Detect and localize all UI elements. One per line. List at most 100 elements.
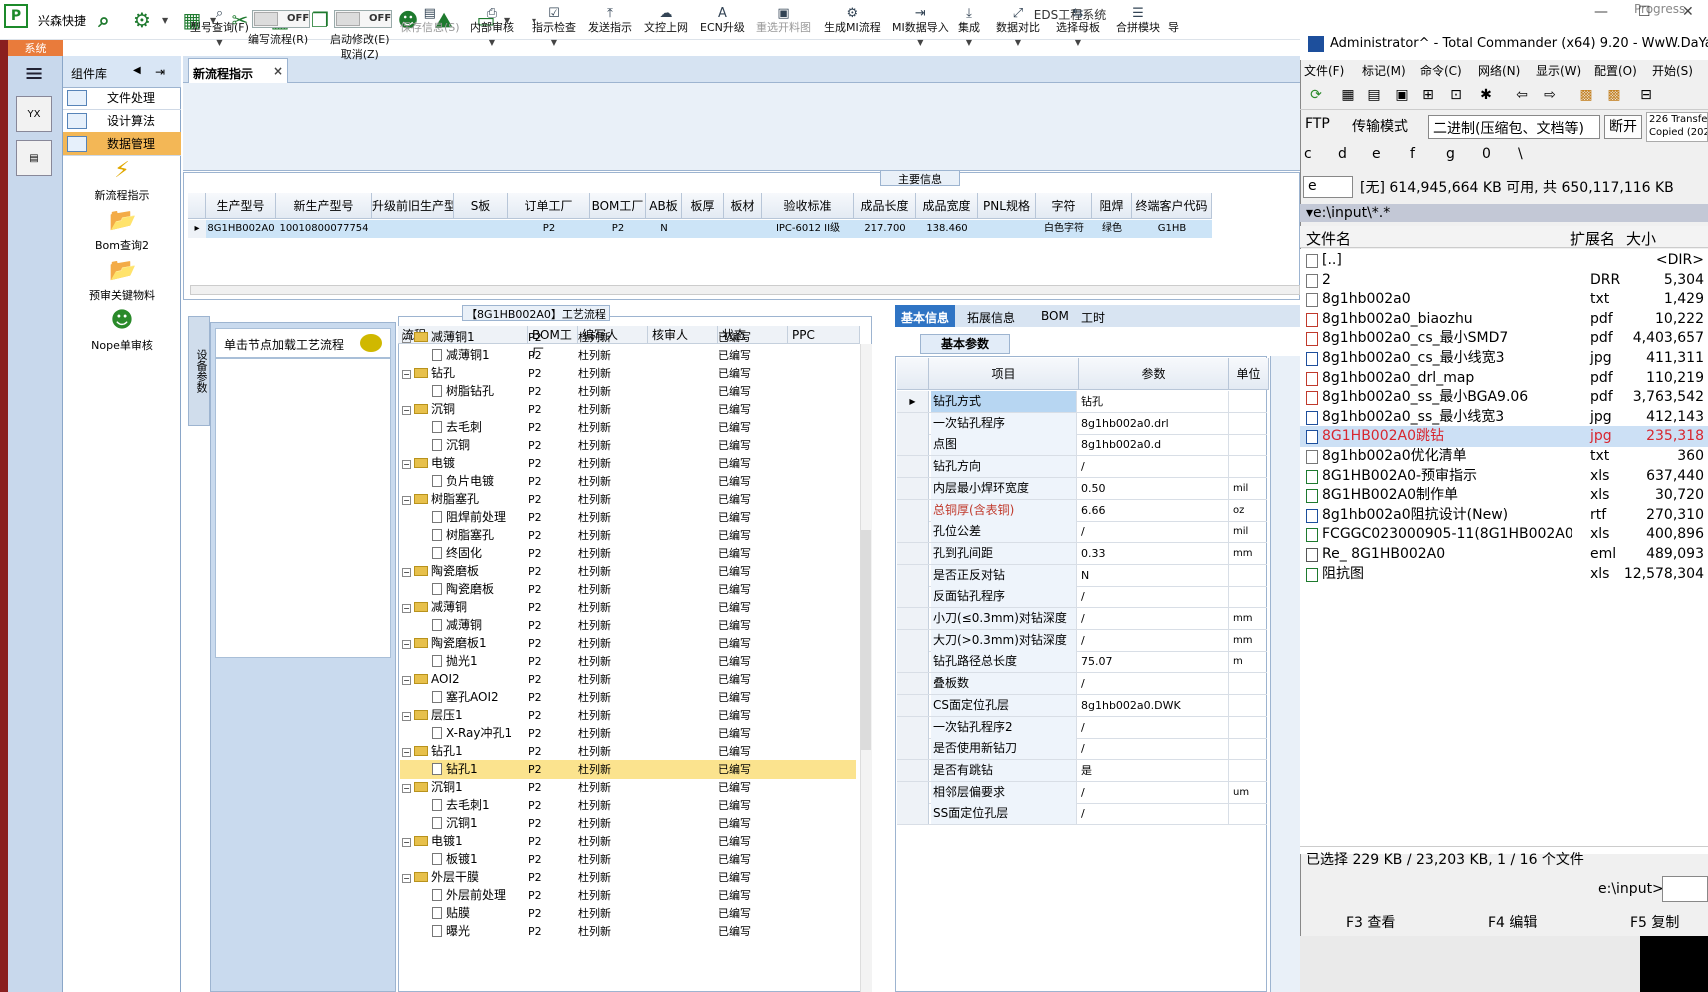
tc-menu-item[interactable]: 标记(M) [1362,62,1406,79]
grid-cell[interactable] [724,220,762,238]
component-item[interactable]: 文件处理 [63,86,181,110]
tab-new-process[interactable]: 新流程指示 × [188,58,288,84]
process-node[interactable]: − 沉铜1 [402,778,463,797]
component-shortcut[interactable]: 📂 Bom查询2 [63,208,181,253]
collapse-icon[interactable]: − [402,460,411,469]
col-ext-header[interactable]: 扩展名 [1570,228,1615,249]
grid-column-header[interactable]: 订单工厂 [508,193,590,219]
unpack-icon[interactable]: ▩ [1604,87,1624,105]
col-size-header[interactable]: 大小 [1626,228,1656,249]
params-row[interactable]: 是否正反对钻 N [897,564,1267,587]
process-row[interactable]: 钻孔1 P2 杜列新 已编写 [400,760,856,779]
params-row[interactable]: 小刀(≤0.3mm)对钻深度 / mm [897,608,1267,630]
chevron-down-icon[interactable]: ▼ [892,35,949,50]
params-row[interactable]: 钻孔路径总长度 75.07 m [897,651,1267,674]
params-column-header[interactable]: 单位 [1229,358,1269,390]
system-tab[interactable]: 系统 [8,40,63,56]
process-node[interactable]: − 电镀1 [402,832,463,851]
process-scroll-thumb[interactable] [861,530,871,750]
file-row[interactable]: 阻抗图 xls 12,578,304 [1300,564,1708,585]
forward-icon[interactable]: ⇨ [1540,87,1560,105]
params-tab[interactable]: BOM [1035,305,1075,327]
file-row[interactable]: 8g1hb002a0_cs_最小SMD7 pdf 4,403,657 [1300,328,1708,349]
collapse-icon[interactable]: − [402,712,411,721]
params-value[interactable]: 0.50 [1079,477,1229,499]
equipment-params-tab[interactable]: 设备参数 [188,316,210,426]
grid-cell[interactable]: 138.460 [916,220,978,238]
grid-cell[interactable]: 217.700 [854,220,916,238]
process-row[interactable]: − 沉铜 P2 杜列新 已编写 [400,400,856,419]
params-column-header[interactable]: 参数 [1079,358,1229,390]
params-row[interactable]: 大刀(>0.3mm)对钻深度 / mm [897,629,1267,652]
grid-column-header[interactable]: 板材 [724,193,762,219]
document-icon[interactable]: ❐ [308,8,332,32]
params-row[interactable]: 叠板数 / [897,673,1267,696]
params-row[interactable]: 内层最小焊环宽度 0.50 mil [897,477,1267,500]
grid-cell[interactable] [682,220,724,238]
grid-cell[interactable]: P2 [590,220,646,238]
tc-menu-item[interactable]: 显示(W) [1536,62,1581,79]
ribbon-button[interactable]: ⤒ 发送指示 [588,6,632,35]
params-tab[interactable]: 基本信息 [895,305,956,327]
process-node[interactable]: 减薄铜1 [432,346,490,365]
file-row[interactable]: 2 DRR 5,304 [1300,270,1708,291]
command-line-input[interactable] [1662,876,1708,902]
file-row[interactable]: 8G1HB002A0-预审指示 xls 637,440 [1300,466,1708,487]
params-row[interactable]: 钻孔方向 / [897,456,1267,479]
collapse-icon[interactable]: − [402,748,411,757]
grid-column-header[interactable]: 生产型号 [206,193,276,219]
chevron-down-icon[interactable]: ▼ [470,35,514,50]
grid-column-header[interactable]: 新生产型号 [276,193,372,219]
process-row[interactable]: 阻焊前处理 P2 杜列新 已编写 [400,508,856,527]
params-row[interactable]: 是否使用新钻刀 / [897,738,1267,761]
transfer-mode-select[interactable]: 二进制(压缩包、文档等) [1428,115,1600,139]
settings-icon[interactable]: ⚙ [130,8,154,32]
process-row[interactable]: 抛光1 P2 杜列新 已编写 [400,652,856,671]
process-node[interactable]: − 陶瓷磨板1 [402,634,487,653]
params-value[interactable]: / [1079,673,1229,695]
process-node[interactable]: − 树脂塞孔 [402,490,479,509]
close-icon[interactable]: ✕ [1682,4,1694,20]
process-row[interactable]: − 树脂塞孔 P2 杜列新 已编写 [400,490,856,509]
params-value[interactable]: / [1079,608,1229,629]
params-value[interactable]: 0.33 [1079,542,1229,564]
process-row[interactable]: − 电镀1 P2 杜列新 已编写 [400,832,856,851]
file-row[interactable]: 8g1hb002a0_cs_最小线宽3 jpg 411,311 [1300,348,1708,369]
grid-column-header[interactable]: 升级前旧生产型号 [372,193,454,219]
pack-icon[interactable]: ▩ [1576,87,1596,105]
params-value[interactable]: 8g1hb002a0.DWK [1079,694,1229,716]
grid-cell[interactable]: 8G1HB002A0 [206,220,276,238]
process-row[interactable]: 沉铜 P2 杜列新 已编写 [400,436,856,455]
network-icon[interactable]: ⊟ [1636,87,1656,105]
yx-module-icon[interactable]: YX [16,96,52,132]
component-item[interactable]: 数据管理 [63,132,181,156]
process-node[interactable]: 阻焊前处理 [432,508,506,527]
file-row[interactable]: [..] <DIR> [1300,250,1708,271]
toggle-switch[interactable]: OFF [252,10,310,28]
process-node[interactable]: − 减薄铜 [402,598,467,617]
grid-cell[interactable] [978,220,1036,238]
ribbon-button[interactable]: ⇥ MI数据导入 ▼ [892,6,949,50]
brief-view-icon[interactable]: ▦ [1338,87,1358,105]
path-bar[interactable]: ▾e:\input\*.* [1300,204,1708,222]
function-key-button[interactable]: F5 复制 [1630,912,1679,932]
file-row[interactable]: Re_ 8G1HB002A0 eml 489,093 [1300,544,1708,565]
select-icon[interactable]: ⊡ [1446,87,1466,105]
process-row[interactable]: X-Ray冲孔1 P2 杜列新 已编写 [400,724,856,743]
chevron-down-icon[interactable]: ▼ [996,35,1040,50]
params-row[interactable]: 点图 8g1hb002a0.d [897,434,1267,457]
collapse-icon[interactable]: − [402,604,411,613]
file-row[interactable]: 8g1hb002a0_biaozhu pdf 10,222 [1300,309,1708,330]
grid-column-header[interactable]: BOM工厂 [590,193,646,219]
chevron-down-icon[interactable]: ▼ [1056,35,1100,50]
process-node[interactable]: 贴膜 [432,904,470,923]
process-row[interactable]: − 陶瓷磨板1 P2 杜列新 已编写 [400,634,856,653]
back-icon[interactable]: ⇦ [1512,87,1532,105]
tc-menu-item[interactable]: 文件(F) [1304,62,1344,79]
ribbon-button[interactable]: ☑ 指示检查 ▼ [532,6,576,50]
process-node[interactable]: − AOI2 [402,670,460,689]
params-tab[interactable]: 工时 [1075,305,1111,327]
process-row[interactable]: 曝光 P2 杜列新 已编写 [400,922,856,941]
chevron-down-icon[interactable]: ▼ [958,35,980,50]
process-row[interactable]: 负片电镀 P2 杜列新 已编写 [400,472,856,491]
